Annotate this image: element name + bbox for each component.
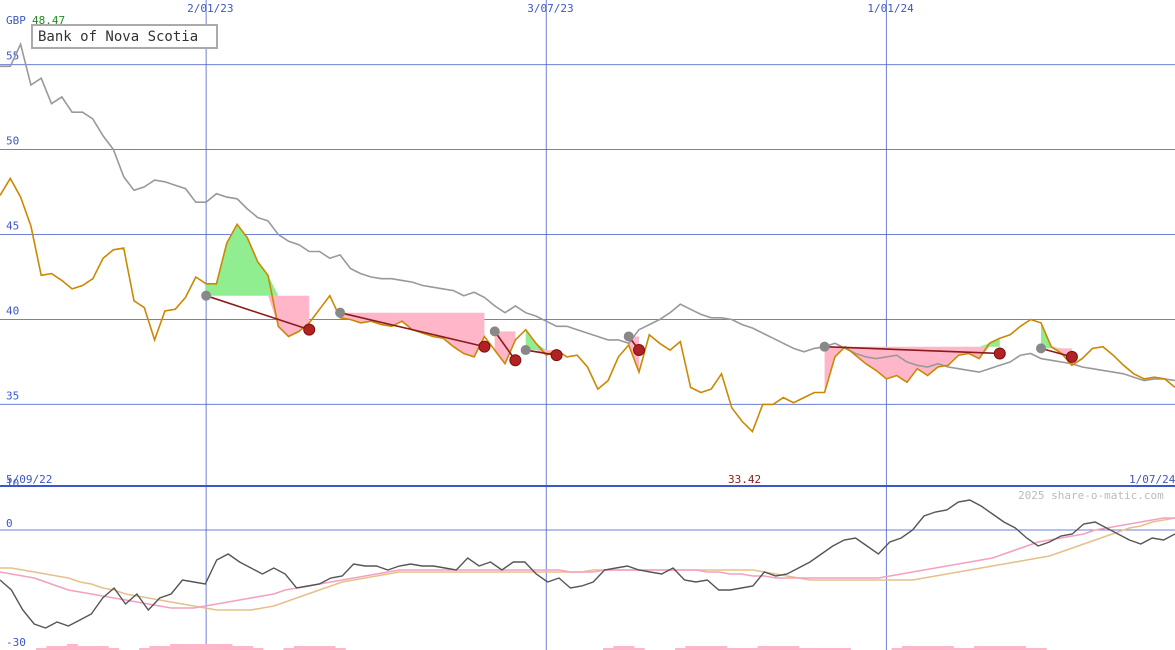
fast-average-line	[0, 517, 1175, 609]
volume-bar	[293, 646, 305, 650]
volume-bar	[984, 646, 996, 650]
volume-bar	[242, 646, 254, 650]
volume-bar	[66, 644, 78, 650]
period-low-label: 33.42	[728, 473, 761, 486]
volume-bar	[767, 646, 779, 650]
volume-bar	[695, 646, 707, 650]
volume-bar	[170, 644, 181, 650]
y-tick-label: 40	[6, 304, 19, 317]
volume-bar	[974, 646, 985, 650]
volume-bar	[912, 646, 923, 650]
loss-area	[824, 346, 1000, 393]
volume-bar	[613, 646, 625, 650]
chart-canvas: 5550454035100-302/01/23 3/07/23 1/01/24 GB…	[0, 0, 1175, 650]
volume-bar	[932, 646, 944, 650]
volume-bar	[1004, 646, 1016, 650]
y-tick-label: 45	[6, 220, 19, 233]
volume-bar	[200, 644, 212, 650]
volume-bar	[87, 646, 99, 650]
x-tick-label: 2/01/23	[187, 2, 233, 15]
currency-label: GBP	[6, 14, 26, 27]
entry-marker	[489, 326, 500, 337]
x-tick-label: 1/01/24	[867, 2, 914, 15]
volume-bar	[304, 646, 315, 650]
watermark: 2025 share-o-matic.com	[1018, 489, 1164, 502]
volume-bar	[56, 646, 68, 650]
volume-bar	[922, 646, 934, 650]
period-start-label: 5/09/22	[6, 473, 52, 486]
volume-bar	[788, 646, 800, 650]
exit-marker	[993, 347, 1006, 360]
volume-bar	[324, 646, 336, 650]
volume-bar	[190, 644, 202, 650]
volume-bar	[314, 646, 326, 650]
volume-bar	[1015, 646, 1027, 650]
volume-bar	[221, 644, 233, 650]
volume-bar	[706, 646, 717, 650]
volume-bar	[211, 644, 223, 650]
volume-bar	[757, 646, 769, 650]
osc-y-tick-label: -30	[6, 636, 26, 649]
entry-marker	[335, 307, 346, 318]
exit-marker	[550, 349, 563, 362]
volume-bar	[623, 646, 635, 650]
price-line	[0, 176, 1175, 434]
y-tick-label: 50	[6, 135, 19, 148]
exit-marker	[478, 340, 491, 353]
entry-marker	[520, 345, 531, 356]
gain-area	[525, 329, 557, 351]
volume-bar	[943, 646, 954, 650]
volume-bar	[994, 646, 1006, 650]
osc-y-tick-label: 0	[6, 517, 13, 530]
gain-area	[1041, 322, 1072, 349]
exit-marker	[509, 354, 522, 367]
trend-line	[0, 41, 1175, 382]
share-chart: 55 50 45 40 35 10 0 -30 2/01/23 3/07/23 1/01/24 GB…	[0, 0, 1175, 650]
gain-area	[824, 338, 1000, 347]
volume-bar	[149, 646, 161, 650]
exit-marker	[633, 344, 646, 357]
entry-marker	[623, 331, 634, 342]
entry-marker	[1036, 343, 1047, 354]
volume-bar	[77, 646, 89, 650]
exit-marker	[303, 323, 316, 336]
volume-bar	[685, 646, 697, 650]
entry-marker	[201, 290, 212, 301]
chart-title-box: Bank of Nova Scotia	[31, 24, 218, 49]
volume-bar	[159, 646, 171, 650]
loss-area	[340, 312, 485, 357]
volume-bar	[46, 646, 58, 650]
volume-bar	[231, 646, 243, 650]
y-tick-label: 35	[6, 389, 19, 402]
volume-bar	[901, 646, 913, 650]
chart-title: Bank of Nova Scotia	[38, 29, 198, 45]
volume-bar	[716, 646, 728, 650]
x-tick-label: 3/07/23	[527, 2, 573, 15]
exit-marker	[1065, 350, 1078, 363]
volume-bar	[180, 644, 192, 650]
volume-bar	[97, 646, 109, 650]
volume-bar	[778, 646, 789, 650]
period-end-label: 1/07/24	[1129, 473, 1175, 486]
loss-area	[206, 295, 310, 337]
entry-marker	[819, 341, 830, 352]
